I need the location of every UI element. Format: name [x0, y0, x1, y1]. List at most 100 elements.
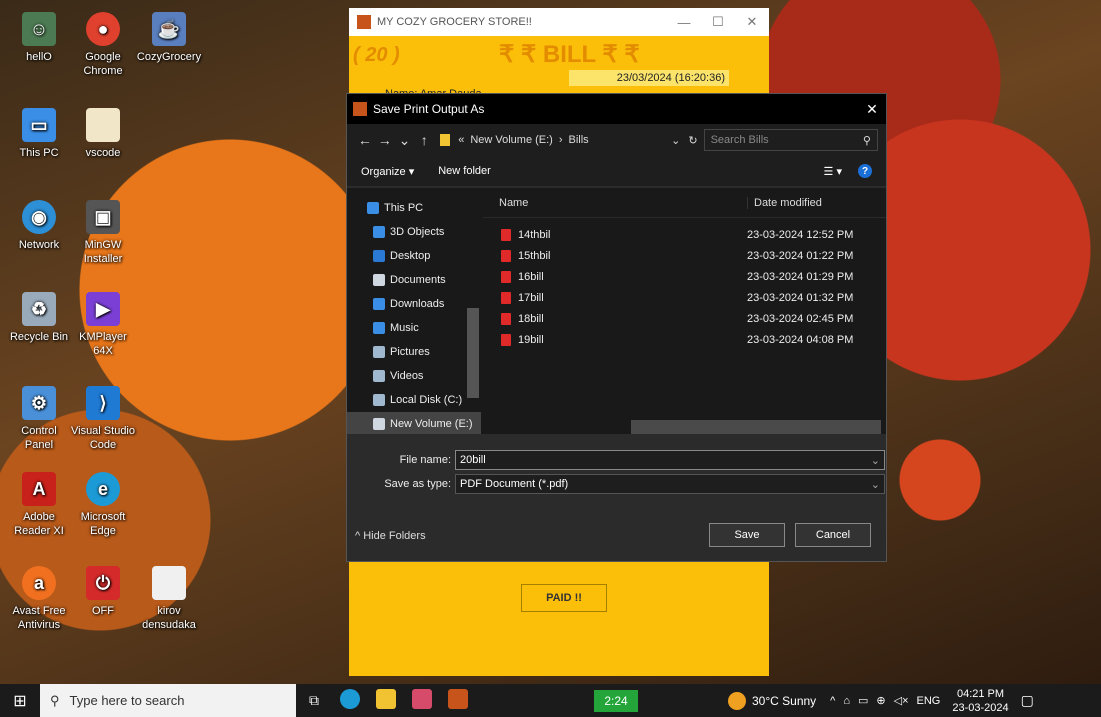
file-row[interactable]: 16bill 23-03-2024 01:29 PM	[483, 266, 886, 287]
control-panel-icon: ⚙	[22, 386, 56, 420]
nav-item-this-pc[interactable]: This PC	[347, 196, 481, 220]
path-drive[interactable]: New Volume (E:)	[470, 134, 553, 146]
back-arrow-icon[interactable]: ←	[355, 132, 375, 148]
nav-item-videos[interactable]: Videos	[347, 364, 481, 388]
file-row[interactable]: 19bill 23-03-2024 04:08 PM	[483, 329, 886, 350]
save-button[interactable]: Save	[709, 523, 785, 547]
help-icon[interactable]: ?	[858, 164, 872, 178]
speaker-muted-icon[interactable]: ◁×	[894, 694, 909, 707]
desktop-icon-network[interactable]: ◉ Network	[6, 200, 72, 252]
bill-number: ( 20 )	[353, 44, 400, 66]
save-type-value: PDF Document (*.pdf)	[460, 478, 569, 490]
minimize-icon[interactable]: —	[667, 15, 701, 30]
edge-taskbar-icon[interactable]	[332, 689, 368, 712]
avast-icon: a	[22, 566, 56, 600]
nav-item-pictures[interactable]: Pictures	[347, 340, 481, 364]
file-name: 17bill	[518, 291, 544, 304]
nav-item-label: New Volume (E:)	[390, 418, 473, 430]
maximize-icon[interactable]: ☐	[701, 14, 735, 30]
column-name[interactable]: Name	[483, 197, 747, 209]
path-dropdown-icon[interactable]: ⌄	[671, 134, 680, 147]
chevron-down-icon[interactable]: ⌄	[871, 478, 880, 491]
nav-item-documents[interactable]: Documents	[347, 268, 481, 292]
nav-item-label: Videos	[390, 370, 424, 382]
file-row[interactable]: 15thbil 23-03-2024 01:22 PM	[483, 245, 886, 266]
chevron-down-icon[interactable]: ⌄	[395, 132, 415, 149]
view-options-icon[interactable]: ☰ ▾	[824, 165, 842, 178]
videos-icon	[373, 370, 385, 382]
refresh-icon[interactable]: ↻	[688, 134, 697, 147]
desktop-icon-chrome[interactable]: ● Google Chrome	[70, 12, 136, 78]
nav-item-music[interactable]: Music	[347, 316, 481, 340]
nav-item-local-disk[interactable]: Local Disk (C:)	[347, 388, 481, 412]
battery-icon[interactable]: ▭	[858, 694, 868, 707]
desktop-icon-mingw[interactable]: ▣ MinGW Installer	[70, 200, 136, 266]
forward-arrow-icon[interactable]: →	[375, 132, 395, 148]
desktop-icon-avast[interactable]: a Avast Free Antivirus	[6, 566, 72, 632]
bill-heading: ₹ ₹ BILL ₹ ₹	[499, 41, 640, 68]
timer-badge[interactable]: 2:24	[594, 689, 638, 712]
file-row[interactable]: 18bill 23-03-2024 02:45 PM	[483, 308, 886, 329]
horizontal-scrollbar[interactable]	[631, 420, 881, 434]
nav-scrollbar[interactable]	[467, 308, 479, 398]
dialog-close-icon[interactable]: ✕	[858, 101, 886, 118]
desktop-icon-control-panel[interactable]: ⚙ Control Panel	[6, 386, 72, 452]
tray-chevron-up-icon[interactable]: ^	[830, 695, 835, 707]
column-date-modified[interactable]: Date modified	[747, 196, 822, 209]
desktop-icon-label: This PC	[19, 147, 59, 159]
file-name-input[interactable]: 20bill ⌄	[455, 450, 885, 470]
desktop-icon-vs-code[interactable]: ⟩ Visual Studio Code	[70, 386, 136, 452]
file-explorer-icon[interactable]	[368, 689, 404, 712]
app-launcher-icon[interactable]	[404, 689, 440, 712]
desktop-icon-off[interactable]: ⏻ OFF	[70, 566, 136, 618]
paid-button[interactable]: PAID !!	[521, 584, 607, 612]
hide-folders-toggle[interactable]: ^ Hide Folders	[355, 530, 426, 542]
app-logo-icon	[357, 15, 371, 29]
cozy-grocery-taskbar-icon[interactable]	[440, 689, 476, 712]
taskbar-search[interactable]: ⚲ Type here to search	[40, 684, 296, 717]
weather-widget[interactable]: 30°C Sunny	[728, 691, 816, 710]
desktop-icon-hello[interactable]: ☺ hellO	[6, 12, 72, 64]
desktop-icon-edge[interactable]: e Microsoft Edge	[70, 472, 136, 538]
windows-start-icon[interactable]: ⊞	[0, 691, 40, 711]
file-row[interactable]: 14thbil 23-03-2024 12:52 PM	[483, 224, 886, 245]
nav-item-label: This PC	[384, 202, 424, 214]
notification-icon[interactable]: ▢	[1021, 692, 1034, 709]
save-type-select[interactable]: PDF Document (*.pdf) ⌄	[455, 474, 885, 494]
app-title-bar: MY COZY GROCERY STORE!! — ☐ ✕	[349, 8, 769, 36]
desktop-icon-adobe-reader[interactable]: A Adobe Reader XI	[6, 472, 72, 538]
chevron-down-icon[interactable]: ⌄	[871, 454, 880, 467]
desktop-icon-recycle-bin[interactable]: ♻ Recycle Bin	[6, 292, 72, 344]
cancel-button[interactable]: Cancel	[795, 523, 871, 547]
drive-icon	[373, 418, 385, 430]
new-folder-button[interactable]: New folder	[438, 165, 491, 177]
desktop-icon-kmplayer[interactable]: ▶ KMPlayer 64X	[70, 292, 136, 358]
network-tray-icon[interactable]: ⊕	[876, 694, 885, 707]
task-view-icon[interactable]: ⧉	[296, 692, 332, 709]
nav-item-desktop[interactable]: Desktop	[347, 244, 481, 268]
file-row[interactable]: 17bill 23-03-2024 01:32 PM	[483, 287, 886, 308]
clock-date: 23-03-2024	[952, 701, 1009, 714]
desktop-icon-cozygrocery[interactable]: ☕ CozyGrocery	[136, 12, 202, 64]
nav-item-new-volume[interactable]: New Volume (E:)	[347, 412, 481, 436]
file-date: 23-03-2024 02:45 PM	[747, 312, 854, 325]
close-icon[interactable]: ✕	[735, 14, 769, 30]
language-indicator[interactable]: ENG	[917, 695, 941, 707]
nav-item-3d-objects[interactable]: 3D Objects	[347, 220, 481, 244]
tray-app-icon[interactable]: ⌂	[843, 695, 850, 707]
desktop-icon-kirov[interactable]: kirov densudaka	[136, 566, 202, 632]
this-pc-icon	[367, 202, 379, 214]
desktop-icon-this-pc[interactable]: ▭ This PC	[6, 108, 72, 160]
hide-folders-label: Hide Folders	[363, 530, 426, 542]
up-arrow-icon[interactable]: ↑	[414, 132, 434, 148]
organize-button[interactable]: Organize ▾	[361, 165, 414, 178]
desktop-icon-vscode-file[interactable]: vscode	[70, 108, 136, 160]
desktop-icon-label: OFF	[92, 605, 114, 617]
path-folder[interactable]: Bills	[569, 134, 589, 146]
path-breadcrumb[interactable]: « New Volume (E:) › Bills ⌄ ↻	[440, 129, 698, 151]
search-input[interactable]: Search Bills ⚲	[703, 129, 878, 151]
clock[interactable]: 04:21 PM 23-03-2024	[952, 687, 1008, 715]
nav-item-downloads[interactable]: Downloads	[347, 292, 481, 316]
save-type-row: Save as type: PDF Document (*.pdf) ⌄	[347, 474, 885, 494]
file-icon	[152, 566, 186, 600]
